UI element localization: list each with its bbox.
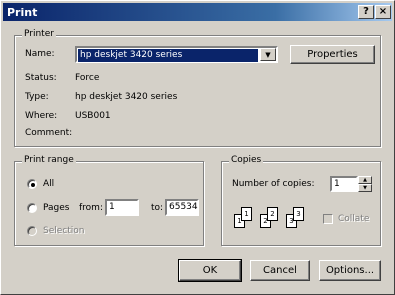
properties-button[interactable]: Properties bbox=[290, 45, 375, 64]
number-of-copies-input[interactable]: 1 bbox=[330, 176, 358, 192]
to-input[interactable]: 65534 bbox=[165, 199, 199, 216]
printer-name-value: hp deskjet 3420 series bbox=[77, 48, 259, 63]
printer-name-label: Name: bbox=[25, 49, 55, 59]
options-button[interactable]: Options... bbox=[319, 260, 381, 281]
close-button[interactable]: × bbox=[375, 5, 391, 19]
all-radio[interactable] bbox=[27, 179, 37, 189]
where-label: Where: bbox=[25, 111, 58, 121]
collate-label[interactable]: Collate bbox=[338, 214, 369, 224]
from-input[interactable]: 1 bbox=[105, 199, 139, 216]
dialog-title: Print bbox=[7, 6, 38, 19]
collate-page-icon: 3 bbox=[293, 207, 304, 221]
copies-spinner[interactable]: ▲ ▼ bbox=[358, 176, 372, 192]
ok-button[interactable]: OK bbox=[178, 259, 242, 282]
pages-label[interactable]: Pages bbox=[43, 203, 69, 213]
status-label: Status: bbox=[25, 73, 57, 83]
printer-group: Printer Name: hp deskjet 3420 series ▼ P… bbox=[14, 29, 381, 147]
all-label[interactable]: All bbox=[43, 179, 54, 189]
pages-radio[interactable] bbox=[27, 203, 37, 213]
status-value: Force bbox=[75, 73, 100, 83]
collate-checkbox[interactable] bbox=[323, 214, 333, 224]
number-of-copies-label: Number of copies: bbox=[232, 179, 315, 189]
title-bar[interactable]: Print ? × bbox=[3, 3, 392, 21]
from-label: from: bbox=[79, 203, 103, 213]
type-label: Type: bbox=[25, 92, 49, 102]
print-range-group-label: Print range bbox=[22, 155, 76, 165]
collate-page-icon: 2 bbox=[267, 207, 278, 221]
type-value: hp deskjet 3420 series bbox=[75, 92, 178, 102]
selection-radio[interactable] bbox=[27, 226, 37, 236]
print-dialog: Print ? × Printer Name: hp deskjet 3420 … bbox=[0, 0, 395, 295]
collate-page-icon: 1 bbox=[241, 207, 252, 221]
help-button[interactable]: ? bbox=[358, 5, 374, 19]
comment-label: Comment: bbox=[25, 128, 73, 138]
spin-down-icon[interactable]: ▼ bbox=[358, 184, 372, 192]
where-value: USB001 bbox=[75, 111, 111, 121]
cancel-button[interactable]: Cancel bbox=[250, 260, 310, 281]
to-label: to: bbox=[151, 203, 164, 213]
copies-group: Copies Number of copies: 1 ▲ ▼ 1 1 2 2 3… bbox=[221, 155, 381, 246]
radio-selected-dot bbox=[31, 183, 35, 187]
chevron-down-icon[interactable]: ▼ bbox=[260, 48, 276, 61]
printer-group-label: Printer bbox=[22, 29, 56, 39]
print-range-group: Print range All Pages from: 1 to: 65534 … bbox=[14, 155, 204, 246]
printer-name-select[interactable]: hp deskjet 3420 series ▼ bbox=[75, 46, 278, 63]
copies-group-label: Copies bbox=[229, 155, 264, 165]
spin-up-icon[interactable]: ▲ bbox=[358, 176, 372, 184]
selection-label[interactable]: Selection bbox=[43, 226, 84, 236]
